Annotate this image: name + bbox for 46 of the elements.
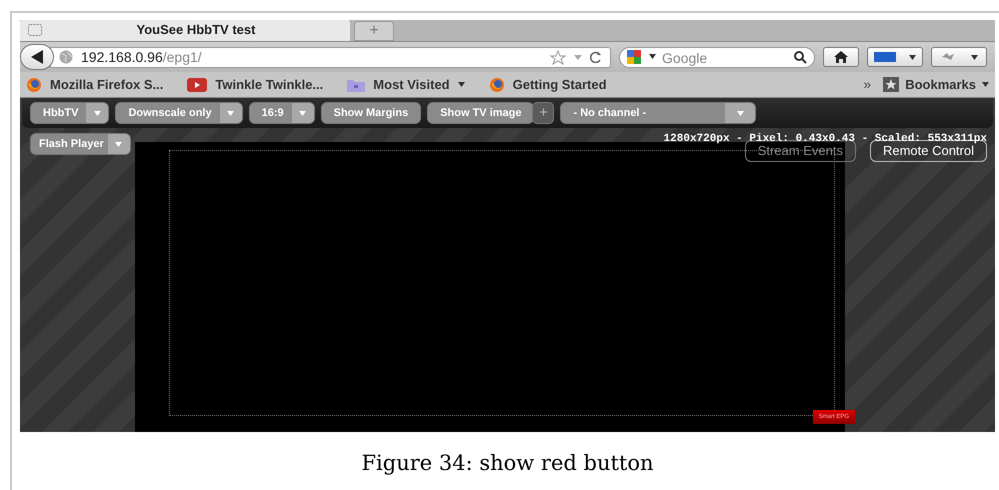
back-button[interactable]	[20, 44, 54, 70]
screen-dropdown-button[interactable]	[867, 47, 923, 67]
fox-globe-icon	[26, 76, 42, 92]
bookmark-item[interactable]: Twinkle Twinkle...	[187, 74, 324, 94]
dropdown[interactable]: 16:9	[248, 102, 315, 124]
caret-icon	[736, 110, 744, 116]
dropdown[interactable]: HbbTV	[30, 102, 110, 124]
caret-icon	[458, 82, 465, 87]
dropdown[interactable]: Downscale only	[115, 102, 243, 124]
reload-icon[interactable]	[590, 51, 602, 63]
globe-icon	[59, 50, 73, 64]
channel-select[interactable]: - No channel -	[560, 102, 756, 124]
address-field[interactable]: 192.168.0.96/epg1/	[50, 46, 611, 68]
caret-icon	[299, 110, 306, 116]
star-icon	[883, 77, 900, 92]
toolbar-button[interactable]: Show Margins	[320, 102, 422, 124]
caret-icon	[94, 110, 101, 116]
caret-icon	[908, 54, 916, 60]
caret-icon	[971, 54, 978, 60]
fox-globe-icon	[488, 76, 505, 92]
new-tab-button[interactable]: +	[354, 21, 394, 41]
folder-icon	[347, 78, 366, 92]
bookmark-item[interactable]: Mozilla Firefox S...	[26, 74, 164, 94]
overflow-chevron[interactable]: »	[863, 74, 872, 95]
caret-icon	[227, 110, 234, 116]
add-button[interactable]: +	[532, 102, 554, 124]
home-button[interactable]	[823, 47, 859, 67]
home-icon	[834, 51, 848, 63]
page-icon	[28, 24, 42, 36]
bookmark-item[interactable]: Getting Started	[488, 74, 607, 94]
back-icon	[31, 50, 43, 64]
toolbar-button[interactable]: Show TV image	[427, 102, 534, 124]
caret-icon	[982, 82, 989, 87]
addon-dropdown-button[interactable]	[931, 47, 987, 67]
play-icon	[187, 78, 208, 92]
caret-icon	[649, 54, 656, 59]
search-field[interactable]: Google	[619, 47, 815, 68]
figure-caption: Figure 34: show red button	[360, 450, 655, 477]
bookmarks-menu[interactable]: Bookmarks	[883, 74, 989, 94]
star-icon[interactable]	[550, 50, 566, 64]
caret-icon	[115, 142, 122, 146]
bookmark-item[interactable]: Most Visited	[347, 74, 465, 94]
monitor-icon	[874, 52, 896, 62]
player-dropdown[interactable]: Flash Player	[30, 133, 131, 155]
browser-tab[interactable]: YouSee HbbTV test	[20, 20, 350, 41]
search-icon[interactable]	[794, 50, 807, 64]
